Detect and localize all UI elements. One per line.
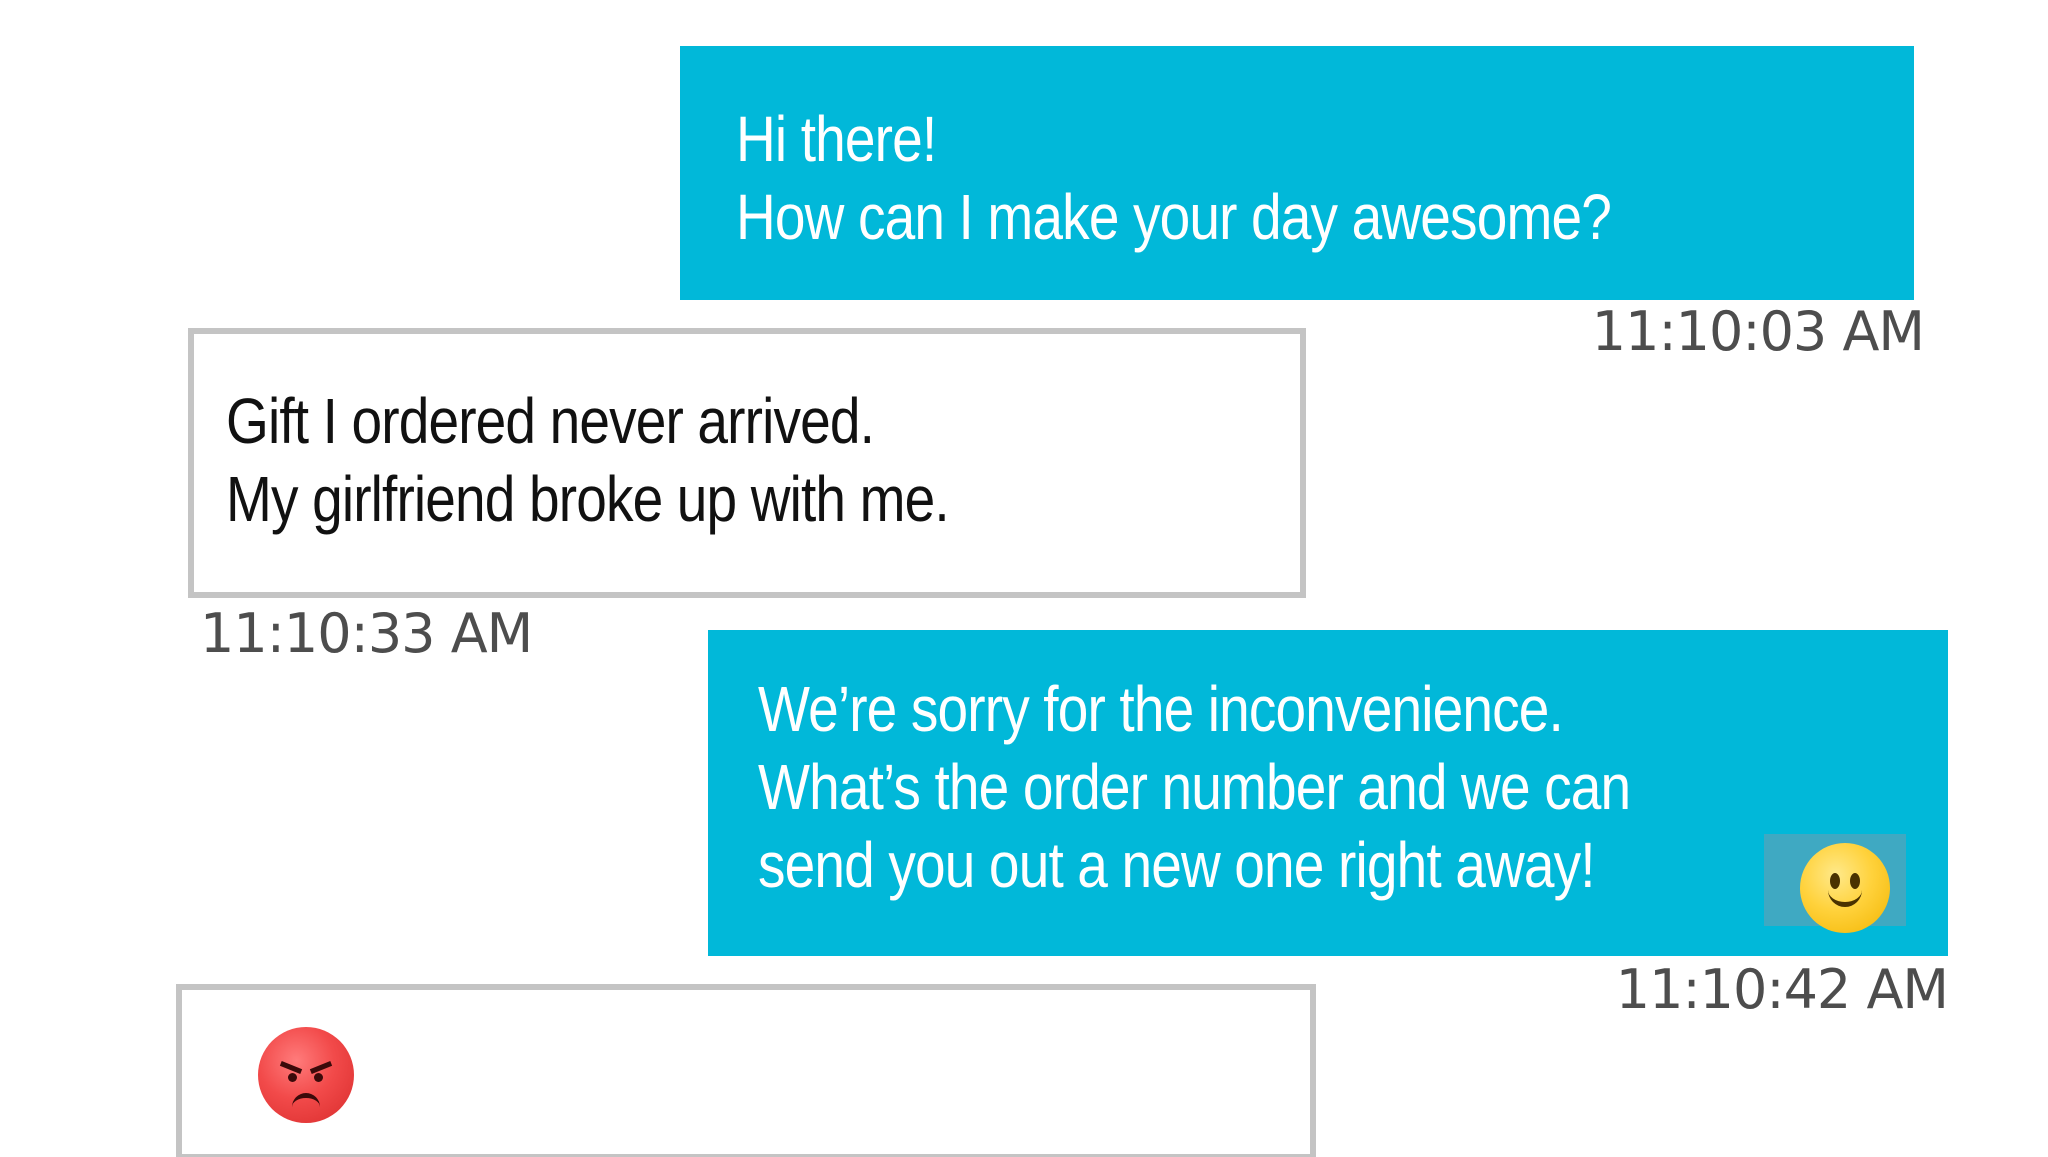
eye — [1830, 873, 1840, 889]
message-line: How can I make your day awesome? — [736, 181, 1612, 253]
mouth — [1828, 889, 1862, 907]
message-line: My girlfriend broke up with me. — [226, 463, 950, 535]
message-line: We’re sorry for the inconvenience. — [758, 673, 1564, 745]
brow — [279, 1061, 303, 1074]
user-message-text: Gift I ordered never arrived. My girlfri… — [226, 382, 950, 538]
message-line: What’s the order number and we can — [758, 751, 1631, 823]
angry-face-icon — [258, 1027, 354, 1123]
agent-message-text: We’re sorry for the inconvenience. What’… — [758, 670, 1631, 904]
brow — [309, 1061, 333, 1074]
user-message-bubble: Gift I ordered never arrived. My girlfri… — [188, 328, 1306, 598]
message-line: send you out a new one right away! — [758, 829, 1596, 901]
message-timestamp: 11:10:33 AM — [200, 602, 533, 665]
slightly-smiling-face-icon — [1800, 843, 1890, 933]
mouth — [292, 1093, 320, 1107]
message-line: Gift I ordered never arrived. — [226, 385, 875, 457]
eye — [288, 1073, 297, 1082]
eye — [1850, 873, 1860, 889]
agent-message-bubble: Hi there! How can I make your day awesom… — [680, 46, 1914, 300]
message-timestamp: 11:10:03 AM — [1591, 300, 1925, 363]
agent-message-bubble: We’re sorry for the inconvenience. What’… — [708, 630, 1948, 956]
message-timestamp: 11:10:42 AM — [1615, 958, 1949, 1021]
agent-message-text: Hi there! How can I make your day awesom… — [736, 100, 1612, 256]
chat-transcript: Hi there! How can I make your day awesom… — [0, 0, 2048, 1157]
message-line: Hi there! — [736, 103, 937, 175]
eye — [314, 1073, 323, 1082]
